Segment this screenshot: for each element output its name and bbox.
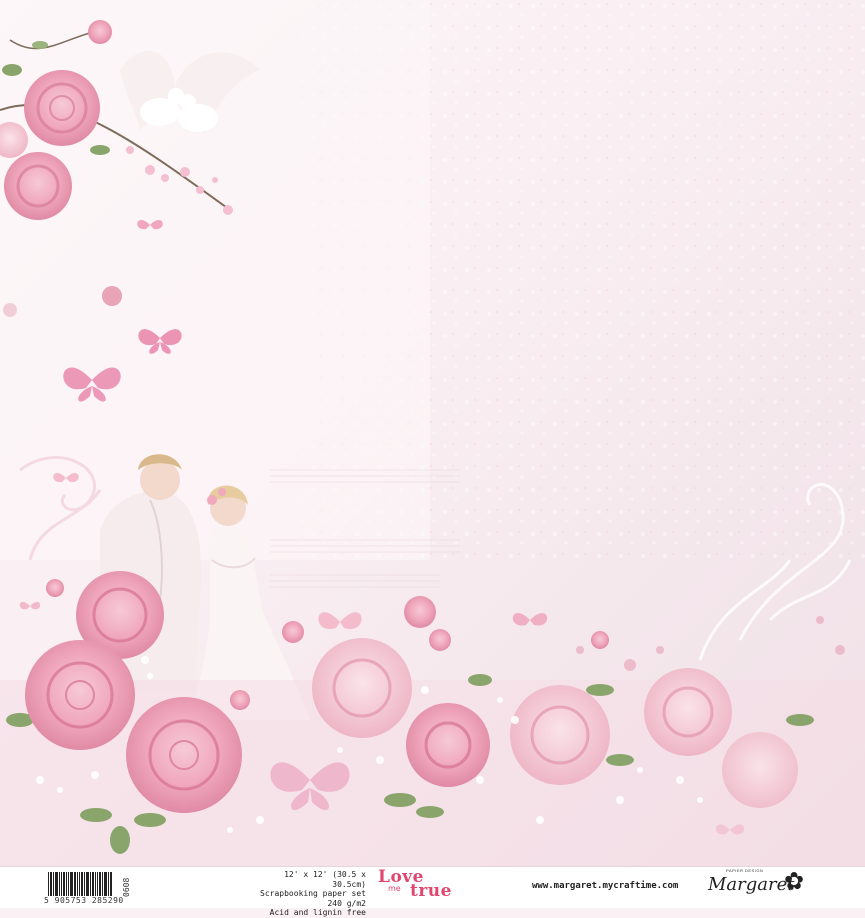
collection-word-true: true xyxy=(410,881,452,901)
paper-specifications: 12' x 12' (30.5 x 30.5cm) Scrapbooking p… xyxy=(250,870,366,918)
barcode xyxy=(48,872,118,896)
spec-acid-free: Acid and lignin free xyxy=(269,908,366,917)
flower-icon: ✿ xyxy=(784,868,805,895)
collection-logo: Love me true xyxy=(378,867,478,905)
barcode-number: 5 905753 285290 xyxy=(44,896,124,905)
brand-logo: PAPIER DESIGN Margaret ✿ xyxy=(702,868,832,904)
website-url: www.margaret.mycraftime.com xyxy=(532,881,679,891)
brand-pretitle: PAPIER DESIGN xyxy=(726,868,764,873)
spec-weight: Scrapbooking paper set 240 g/m2 xyxy=(260,889,366,908)
product-code: 0608 xyxy=(122,877,131,897)
collection-word-me: me xyxy=(388,884,401,893)
spec-size: 12' x 12' (30.5 x 30.5cm) xyxy=(284,870,366,889)
scrapbook-paper-artwork xyxy=(0,0,865,866)
brand-name: Margaret xyxy=(708,874,795,895)
floral-illustration xyxy=(0,0,865,866)
bottom-rose-border xyxy=(0,571,865,866)
